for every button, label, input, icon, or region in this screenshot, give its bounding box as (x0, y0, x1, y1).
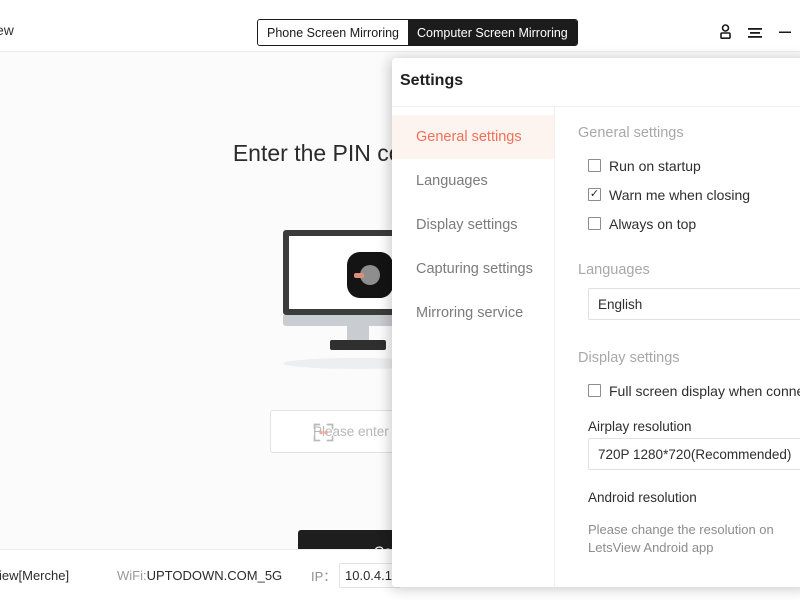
settings-title: Settings (400, 72, 464, 89)
checkbox-fullscreen-when-connected-label: Full screen display when connected (609, 382, 800, 399)
device-name-label: LetsView[Merche] (0, 567, 70, 583)
checkbox-checked-icon: ✓ (588, 188, 601, 201)
language-select-value: English (598, 296, 643, 312)
checkbox-always-on-top[interactable]: Always on top (588, 209, 800, 238)
mirroring-mode-tabs: Phone Screen Mirroring Computer Screen M… (257, 19, 578, 46)
ip-label: IP： (311, 568, 337, 584)
language-select[interactable]: English (588, 288, 800, 320)
tab-computer-screen-mirroring[interactable]: Computer Screen Mirroring (408, 20, 577, 45)
section-title-display: Display settings (578, 350, 680, 366)
minimize-icon[interactable] (770, 18, 800, 46)
wifi-label: WiFi: (117, 567, 147, 583)
checkbox-warn-when-closing-label: Warn me when closing (609, 186, 751, 203)
checkbox-always-on-top-label: Always on top (609, 215, 697, 232)
wifi-value: UPTODOWN.COM_5G (146, 567, 283, 583)
checkbox-run-on-startup-label: Run on startup (609, 157, 701, 174)
checkbox-run-on-startup[interactable]: Run on startup (588, 151, 800, 180)
section-title-languages: Languages (578, 262, 650, 278)
tab-phone-screen-mirroring[interactable]: Phone Screen Mirroring (258, 20, 409, 45)
title-bar: ew Phone Screen Mirroring Computer Scree… (0, 0, 800, 52)
settings-content: General settings Run on startup ✓ Warn m… (555, 107, 800, 587)
checkbox-fullscreen-when-connected[interactable]: Full screen display when connected (588, 376, 800, 405)
settings-dialog: Settings General settings Languages Disp… (392, 58, 800, 587)
window-controls (710, 18, 800, 46)
settings-body: General settings Languages Display setti… (392, 106, 800, 587)
checkbox-unchecked-icon (588, 217, 601, 230)
app-logo-icon (347, 252, 393, 298)
android-resolution-hint: Please change the resolution on LetsView… (588, 522, 774, 555)
checkbox-unchecked-icon (588, 159, 601, 172)
sidebar-item-capturing-settings[interactable]: Capturing settings (392, 247, 554, 291)
user-account-icon[interactable] (710, 18, 740, 46)
android-resolution-label: Android resolution (588, 490, 697, 505)
sidebar-item-general-settings[interactable]: General settings (392, 115, 554, 159)
sidebar-item-display-settings[interactable]: Display settings (392, 203, 554, 247)
checkbox-warn-when-closing[interactable]: ✓ Warn me when closing (588, 180, 800, 209)
app-title: ew (0, 22, 14, 38)
airplay-resolution-select[interactable]: 720P 1280*720(Recommended) (588, 438, 800, 470)
app-window: ew Phone Screen Mirroring Computer Scree… (0, 0, 800, 600)
checkbox-unchecked-icon (588, 384, 601, 397)
sidebar-item-mirroring-service[interactable]: Mirroring service (392, 291, 554, 335)
section-title-general: General settings (578, 125, 684, 141)
sidebar-item-languages[interactable]: Languages (392, 159, 554, 203)
menu-icon[interactable] (740, 18, 770, 46)
airplay-resolution-value: 720P 1280*720(Recommended) (598, 446, 792, 462)
airplay-resolution-label: Airplay resolution (588, 419, 692, 434)
scan-code-icon (313, 422, 334, 443)
settings-sidebar: General settings Languages Display setti… (392, 107, 555, 587)
wifi-status: WiFi:UPTODOWN.COM_5G (117, 568, 282, 583)
